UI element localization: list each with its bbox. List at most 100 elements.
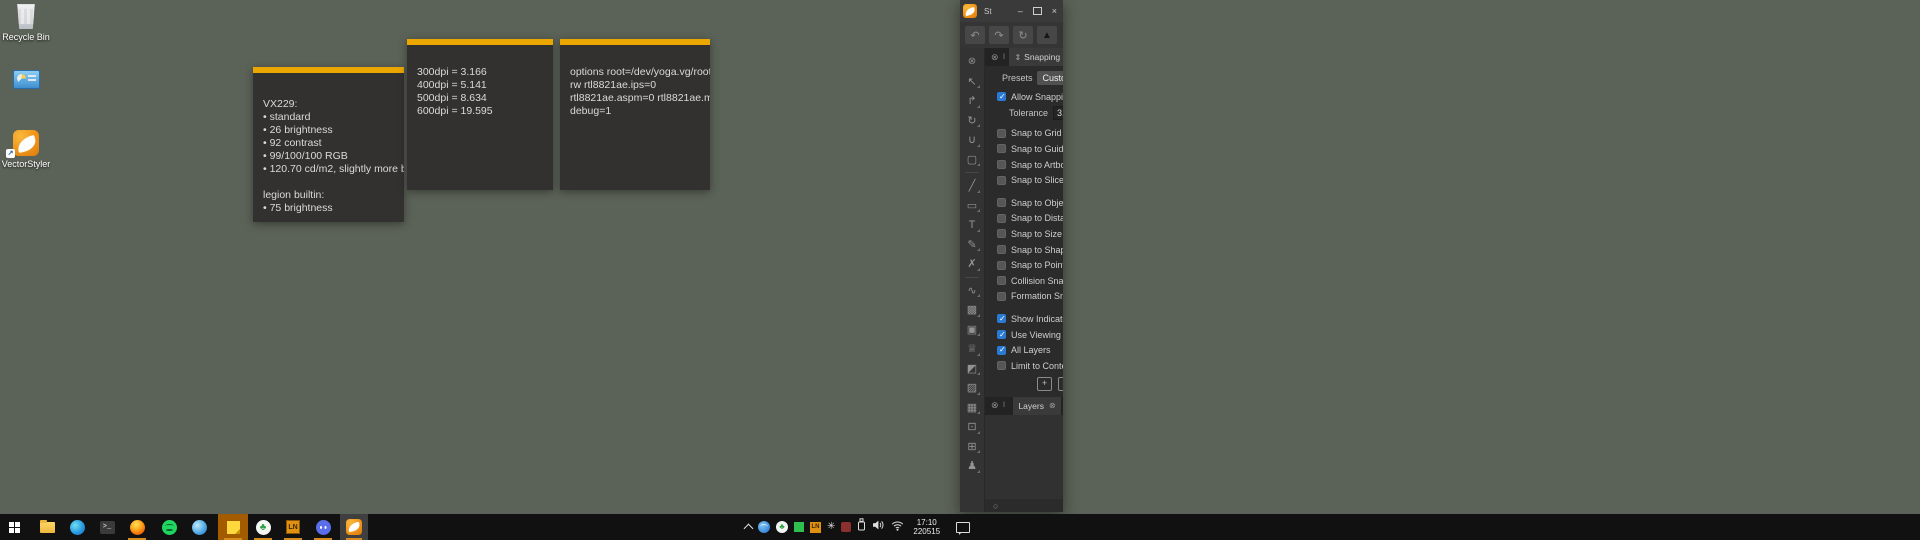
checkbox[interactable] [997,144,1006,153]
knife-tool[interactable]: ✗ [962,254,982,274]
tab-close-icon[interactable]: ⊗ [1049,401,1056,410]
taskbar-drop-app[interactable] [184,514,214,540]
marquee-tool[interactable]: ▢ [962,150,982,170]
snap-option-show-indicators[interactable]: Show Indicators [985,311,1063,327]
panel-grip-icon[interactable]: ‖ [1003,402,1006,409]
checkbox[interactable] [997,361,1006,370]
line-tool[interactable]: ╱ [962,176,982,196]
text-tool[interactable]: T [962,215,982,235]
person-tool[interactable]: ♟ [962,456,982,476]
volume-tray-icon[interactable] [872,518,885,536]
artboard-tool[interactable]: ▣ [962,320,982,340]
checkbox[interactable] [997,92,1006,101]
pattern-tool[interactable]: ▦ [962,398,982,418]
brush-tool[interactable]: ∿ [962,281,982,301]
snap-option-use-viewing-angle[interactable]: Use Viewing Angle [985,327,1063,343]
snap-option-snap-to-size-reference[interactable]: Snap to Size Reference [985,226,1063,242]
snap-option-snap-to-objects[interactable]: Snap to Objects [985,195,1063,211]
taskbar-firefox[interactable] [122,514,152,540]
rotate-tool[interactable]: ↻ [962,111,982,131]
checkbox[interactable] [997,214,1006,223]
panel-close-icon[interactable]: ⊗ [991,52,999,63]
sticky-note-displays[interactable]: VX229:• standard• 26 brightness• 92 cont… [253,67,404,222]
allow-snapping-option[interactable]: Allow Snapping [985,89,1063,105]
snap-option-collision-snapping[interactable]: Collision Snapping [985,273,1063,289]
snap-option-snap-to-grid[interactable]: Snap to Grid [985,126,1063,142]
maximize-button[interactable] [1033,7,1042,15]
sticky-note-boot-options[interactable]: options root=/dev/yoga.vg/root.lvrw rtl8… [560,39,710,190]
snap-option-formation-snapping[interactable]: Formation Snapping [985,289,1063,305]
checkbox[interactable] [997,330,1006,339]
desktop-icon-vectorstyler[interactable]: ↗ VectorStyler [0,130,58,169]
snap-option-limit-to-context[interactable]: Limit to Context [985,358,1063,374]
panel-close-icon[interactable]: ⊗ [991,400,999,411]
sticky-note-dpi[interactable]: 300dpi = 3.166400dpi = 5.141500dpi = 8.6… [407,39,553,190]
select-tool[interactable]: ↖ [962,72,982,92]
add-button[interactable]: + [1037,377,1052,391]
tolerance-input[interactable] [1053,106,1063,120]
green-square-tray-icon[interactable] [794,522,804,532]
checkbox[interactable] [997,314,1006,323]
note-body[interactable]: 300dpi = 3.166400dpi = 5.141500dpi = 8.6… [407,45,553,190]
taskbar-clock[interactable]: 17:10 220515 [913,518,940,537]
snap-option-snap-to-slices[interactable]: Snap to Slices [985,172,1063,188]
desktop-icon-display-settings[interactable] [0,70,58,92]
panel-grip-icon[interactable]: ‖ [1003,54,1006,61]
undo-button[interactable]: ↶ [965,26,985,44]
taskbar-spotify[interactable] [154,514,184,540]
checkbox[interactable] [997,129,1006,138]
taskbar-edge[interactable] [62,514,92,540]
minimize-button[interactable]: – [1018,7,1023,16]
tab-snapping[interactable]: ⇕ Snapping [1009,48,1063,66]
sync-button[interactable]: ↻ [1013,26,1033,44]
snap-option-snap-to-guidelines[interactable]: Snap to Guidelines [985,141,1063,157]
magnet-tool[interactable]: ∪ [962,130,982,150]
taskbar-green-tree-app[interactable]: ♣ [248,514,278,540]
taskbar-ln-app[interactable]: LN [278,514,308,540]
checkbox[interactable] [997,261,1006,270]
snowflake-tray-icon[interactable]: ✳ [827,522,835,532]
snap-option-snap-to-artboards[interactable]: Snap to Artboards [985,157,1063,173]
remove-button[interactable]: − [1058,377,1063,391]
tab-layers[interactable]: Layers ⊗ [1013,397,1060,415]
snap-option-snap-to-distances[interactable]: Snap to Distances [985,211,1063,227]
layers-panel-body[interactable] [985,415,1063,500]
taskbar-sticky-notes[interactable] [218,514,248,540]
checkbox[interactable] [997,198,1006,207]
globe-tray-icon[interactable] [758,521,770,533]
note-body[interactable]: VX229:• standard• 26 brightness• 92 cont… [253,73,404,222]
frame-tool[interactable]: ▩ [962,300,982,320]
widget-tool[interactable]: ⊡ [962,417,982,437]
snap-option-snap-to-shape[interactable]: Snap to Shape [985,242,1063,258]
taskbar-discord[interactable] [308,514,338,540]
checkbox[interactable] [997,346,1006,355]
checkbox[interactable] [997,176,1006,185]
stack-tool[interactable]: ⊞ [962,437,982,457]
pencil-tool[interactable]: ✎ [962,235,982,255]
presets-value-dropdown[interactable]: Custom [1037,71,1063,85]
taskbar-terminal[interactable]: >_ [92,514,122,540]
gradient-tool[interactable]: ◩ [962,359,982,379]
ln-tray-icon[interactable]: LN [810,522,821,533]
taskbar-vectorstyler[interactable] [340,514,368,540]
preview-button[interactable]: ▲ [1037,26,1057,44]
desktop-icon-recycle-bin[interactable]: Recycle Bin [0,4,58,42]
snap-option-all-layers[interactable]: All Layers [985,342,1063,358]
mesh-tool[interactable]: ▨ [962,378,982,398]
window-titlebar[interactable]: St – × [960,0,1063,22]
snap-option-snap-to-points[interactable]: Snap to Points [985,257,1063,273]
node-tool[interactable]: ↱ [962,91,982,111]
tray-expand-chevron[interactable] [744,523,754,533]
close-button[interactable]: × [1052,7,1057,16]
note-body[interactable]: options root=/dev/yoga.vg/root.lvrw rtl8… [560,45,710,190]
start-button[interactable] [0,514,28,540]
checkbox[interactable] [997,160,1006,169]
redo-button[interactable]: ↷ [989,26,1009,44]
wifi-tray-icon[interactable] [891,518,904,536]
notification-center-icon[interactable] [956,522,970,533]
checkbox[interactable] [997,276,1006,285]
taskbar-file-explorer[interactable] [32,514,62,540]
search-icon[interactable]: ○ [993,501,998,511]
tree-tray-icon[interactable]: ♣ [776,521,788,533]
rectangle-tool[interactable]: ▭ [962,196,982,216]
